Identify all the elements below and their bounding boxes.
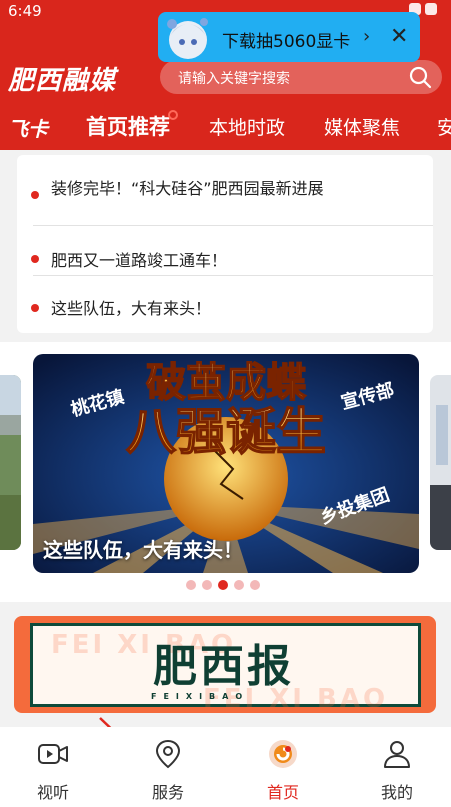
tab-media-focus[interactable]: 媒体聚焦 (324, 113, 400, 140)
tab-feika[interactable]: 飞卡 (8, 113, 48, 142)
close-icon[interactable]: ✕ (390, 24, 408, 49)
tab-more[interactable]: 安 (437, 113, 451, 140)
carousel-dot[interactable] (250, 580, 260, 590)
list-item[interactable]: 这些队伍，大有来头！ (17, 276, 433, 332)
prev-slide-peek[interactable] (0, 375, 21, 550)
carousel-dot[interactable] (234, 580, 244, 590)
bottom-navigation: 视听 服务 首页 我的 (0, 727, 451, 807)
bullet-dot-icon (31, 255, 39, 263)
carousel-dot-active[interactable] (218, 580, 228, 590)
next-slide-peek[interactable] (430, 375, 451, 550)
nav-label: 视听 (36, 783, 69, 802)
bullet-dot-icon (31, 191, 39, 199)
chevron-right-icon: › (363, 26, 371, 47)
paper-frame: FEI XI BAO FEI XI BAO 肥西报 FEIXIBAO (30, 623, 421, 713)
nav-item-mine[interactable]: 我的 (352, 727, 442, 807)
video-icon (38, 744, 68, 764)
nav-label: 服务 (151, 783, 184, 802)
nav-label: 首页 (266, 783, 299, 802)
paper-title: 肥西报 (153, 641, 294, 692)
nav-item-service[interactable]: 服务 (123, 727, 213, 807)
promo-text: 下载抽5060显卡 (222, 32, 351, 52)
search-placeholder: 请输入关键字搜索 (178, 71, 290, 87)
nav-item-video[interactable]: 视听 (8, 727, 98, 807)
app-logo: 肥西融媒 (8, 66, 117, 96)
tab-home-recommend[interactable]: 首页推荐 (86, 111, 170, 141)
news-title: 装修完毕！“科大硅谷”肥西园最新进展 (51, 179, 324, 198)
status-time: 6:49 (8, 2, 42, 20)
list-item[interactable]: 装修完毕！“科大硅谷”肥西园最新进展 (17, 155, 433, 225)
user-icon (384, 741, 410, 768)
carousel-slide[interactable]: 破茧成蝶 八强诞生 桃花镇 宣传部 乡投集团 这些队伍，大有来头！ (33, 354, 419, 573)
feixi-newspaper-banner[interactable]: FEI XI BAO FEI XI BAO 肥西报 FEIXIBAO (14, 616, 436, 713)
svg-text:八强诞生: 八强诞生 (126, 403, 326, 461)
carousel-dot[interactable] (202, 580, 212, 590)
hot-indicator-icon (168, 110, 178, 120)
location-icon (155, 739, 181, 769)
carousel-dot[interactable] (186, 580, 196, 590)
list-item[interactable]: 肥西又一道路竣工通车！ (17, 226, 433, 276)
news-list-card: 装修完毕！“科大硅谷”肥西园最新进展 肥西又一道路竣工通车！ 这些队伍，大有来头… (17, 155, 433, 333)
bullet-dot-icon (31, 304, 39, 312)
banner-caption: 这些队伍，大有来头！ (43, 538, 243, 562)
nav-label: 我的 (380, 783, 413, 802)
home-logo-icon (269, 740, 297, 768)
carousel-indicators (186, 580, 260, 590)
search-bar[interactable]: 请输入关键字搜索 (160, 60, 442, 94)
image-carousel[interactable]: 破茧成蝶 八强诞生 桃花镇 宣传部 乡投集团 这些队伍，大有来头！ (0, 342, 451, 602)
tab-local-politics[interactable]: 本地时政 (209, 113, 285, 140)
svg-text:破茧成蝶: 破茧成蝶 (146, 360, 307, 406)
download-promo-banner[interactable]: 下载抽5060显卡 › ✕ (158, 12, 420, 62)
search-icon[interactable] (408, 65, 432, 89)
paper-subtitle: FEIXIBAO (151, 692, 250, 701)
news-title: 这些队伍，大有来头！ (51, 299, 212, 318)
nav-item-home[interactable]: 首页 (238, 727, 328, 807)
app-header: 6:49 肥西融媒 请输入关键字搜索 下载抽5060显卡 › ✕ 飞卡 首页推荐… (0, 0, 451, 150)
channel-tabs: 飞卡 首页推荐 本地时政 媒体聚焦 安 (0, 106, 451, 146)
news-title: 肥西又一道路竣工通车！ (51, 251, 228, 270)
anime-avatar-icon (167, 18, 208, 59)
